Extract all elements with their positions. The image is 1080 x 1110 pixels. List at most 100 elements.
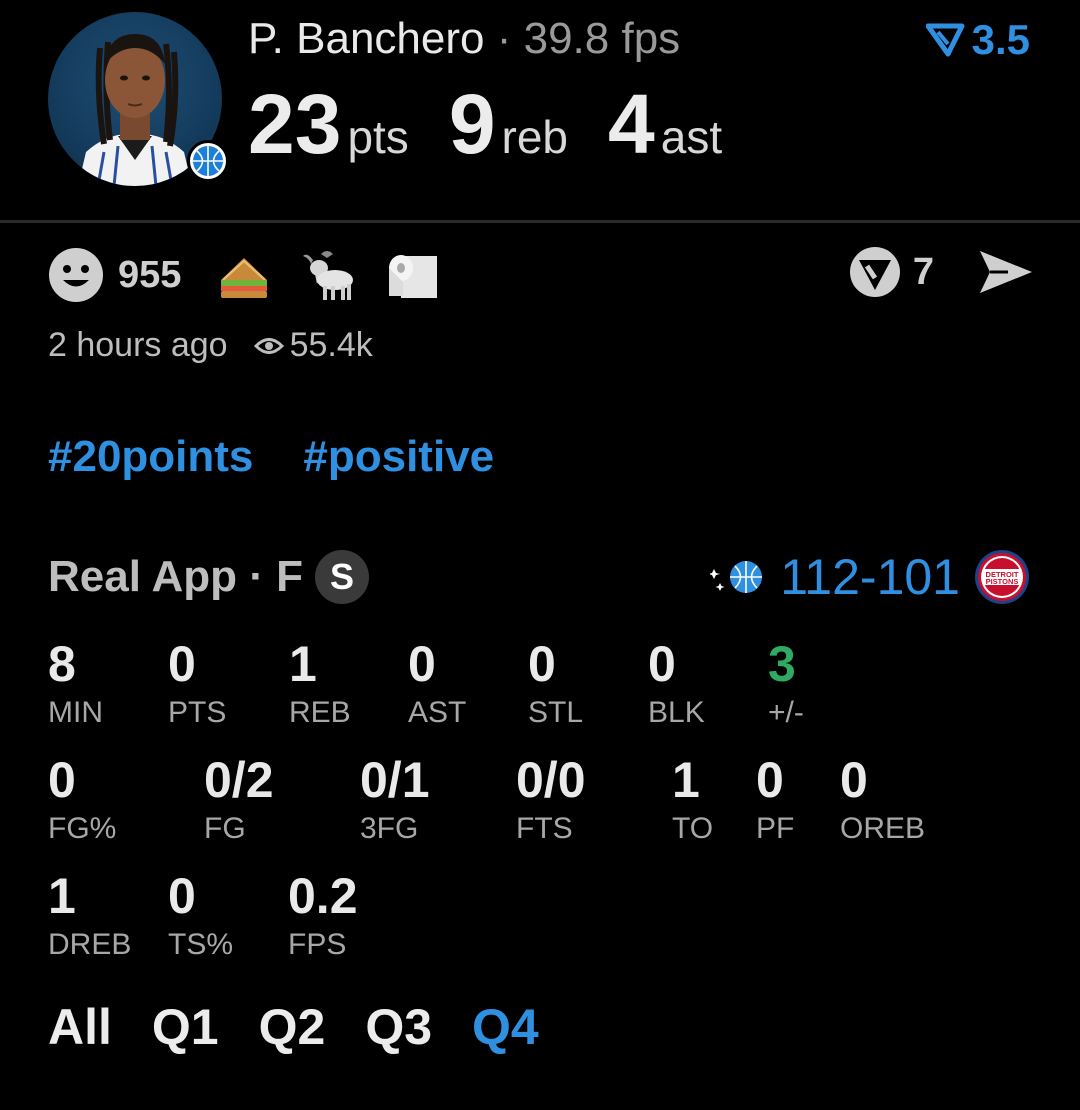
stat-label: MIN	[48, 696, 103, 729]
stat-value: 0	[48, 752, 76, 808]
stat-stl: 0 STL	[528, 636, 583, 730]
tab-all[interactable]: All	[48, 998, 112, 1056]
stat-value: 1	[289, 636, 317, 692]
tab-q1[interactable]: Q1	[152, 998, 219, 1056]
send-icon[interactable]	[978, 249, 1034, 295]
score-value: 112-101	[780, 549, 960, 605]
stat-label: +/-	[768, 696, 804, 729]
fps-change: 3.5	[925, 16, 1030, 64]
player-name-line: P. Banchero · 39.8 fps	[248, 14, 680, 64]
headline-rebounds-unit: reb	[501, 111, 569, 163]
quarter-tabs: All Q1 Q2 Q3 Q4	[48, 998, 539, 1056]
pistons-logo-icon: DETROIT PISTONS	[975, 550, 1029, 604]
divider	[0, 220, 1080, 223]
stat-dreb: 1 DREB	[48, 868, 131, 962]
stat-fg: 0/2 FG	[204, 752, 274, 846]
stat-pts: 0 PTS	[168, 636, 226, 730]
stat-value: 0.2	[288, 868, 358, 924]
real-logo-icon	[925, 23, 965, 57]
reaction-count: 955	[118, 253, 182, 296]
stat-label: TS%	[168, 928, 234, 961]
fps-change-value: 3.5	[971, 16, 1030, 63]
stat-min: 8 MIN	[48, 636, 103, 730]
pistons-logo-text: PISTONS	[986, 577, 1019, 586]
sandwich-emoji-icon[interactable]	[215, 246, 273, 304]
stat-value: 0	[528, 636, 556, 692]
stat-oreb: 0 OREB	[840, 752, 925, 846]
hashtags: #20points #positive	[48, 432, 494, 482]
stat-value: 3	[768, 636, 796, 692]
stat-to: 1 TO	[672, 752, 713, 846]
stat-label: FPS	[288, 928, 347, 961]
stat-label: 3FG	[360, 812, 419, 845]
view-count: 55.4k	[289, 326, 373, 364]
team-badge-icon	[187, 140, 229, 182]
stat-ts-pct: 0 TS%	[168, 868, 233, 962]
stat-value: 0	[840, 752, 868, 808]
stat-pf: 0 PF	[756, 752, 794, 846]
stat-value: 0	[756, 752, 784, 808]
headline-points-unit: pts	[347, 111, 409, 163]
stat-label: FTS	[516, 812, 573, 845]
stat-reb: 1 REB	[289, 636, 351, 730]
comment-count: 7	[912, 250, 934, 293]
headline-stats: 23 pts 9 reb 4 ast	[248, 76, 762, 173]
headline-assists-value: 4	[608, 77, 655, 171]
stat-value: 0	[168, 868, 196, 924]
stat-label: TO	[672, 812, 714, 845]
stat-value: 1	[672, 752, 700, 808]
stat-plus-minus: 3 +/-	[768, 636, 804, 730]
stat-ast: 0 AST	[408, 636, 466, 730]
reactions-bar: 955	[48, 246, 467, 304]
stat-label: PTS	[168, 696, 227, 729]
stat-label: AST	[408, 696, 467, 729]
stat-value: 0/0	[516, 752, 586, 808]
game-score[interactable]: 112-101 DETROIT PISTONS	[710, 548, 1030, 606]
goat-emoji-icon[interactable]	[299, 246, 357, 304]
tab-q4[interactable]: Q4	[472, 998, 539, 1056]
stat-value: 0	[408, 636, 436, 692]
stat-label: FG	[204, 812, 246, 845]
stat-label: FG%	[48, 812, 117, 845]
game-info: Real App · F S	[48, 550, 370, 604]
hashtag-link[interactable]: #20points	[48, 432, 253, 482]
app-label: Real App · F	[48, 552, 304, 601]
stat-label: BLK	[648, 696, 705, 729]
post-meta: 2 hours ago 55.4k	[48, 326, 373, 365]
stat-value: 1	[48, 868, 76, 924]
separator: ·	[496, 14, 512, 63]
s-badge[interactable]: S	[315, 550, 370, 604]
stat-value: 0/1	[360, 752, 430, 808]
stat-label: STL	[528, 696, 584, 729]
hashtag-link[interactable]: #positive	[303, 432, 494, 482]
stat-fts: 0/0 FTS	[516, 752, 586, 846]
toilet-paper-emoji-icon[interactable]	[383, 246, 441, 304]
headline-assists-unit: ast	[660, 111, 723, 163]
share-area: 7	[847, 244, 1034, 300]
stat-label: PF	[756, 812, 795, 845]
stat-value: 0	[648, 636, 676, 692]
stat-blk: 0 BLK	[648, 636, 705, 730]
stat-3fg: 0/1 3FG	[360, 752, 430, 846]
headline-points-value: 23	[248, 77, 342, 171]
magic-logo-icon	[710, 561, 763, 593]
stat-value: 0	[168, 636, 196, 692]
stat-value: 0/2	[204, 752, 274, 808]
tab-q3[interactable]: Q3	[365, 998, 432, 1056]
stat-label: OREB	[840, 812, 926, 845]
eye-icon	[253, 337, 284, 354]
stat-fg-pct: 0 FG%	[48, 752, 116, 846]
views: 55.4k	[253, 326, 373, 365]
post-card: P. Banchero · 39.8 fps 3.5 23 pts 9 reb …	[0, 0, 1080, 1110]
player-fps-text: 39.8 fps	[523, 14, 681, 63]
comment-icon[interactable]	[847, 244, 903, 300]
stat-label: REB	[289, 696, 351, 729]
smiley-icon[interactable]	[48, 247, 104, 303]
time-ago: 2 hours ago	[48, 326, 228, 364]
stat-value: 8	[48, 636, 76, 692]
headline-rebounds-value: 9	[448, 77, 496, 171]
tab-q2[interactable]: Q2	[259, 998, 326, 1056]
player-name[interactable]: P. Banchero	[248, 14, 484, 63]
stat-label: DREB	[48, 928, 132, 961]
stat-fps: 0.2 FPS	[288, 868, 358, 962]
